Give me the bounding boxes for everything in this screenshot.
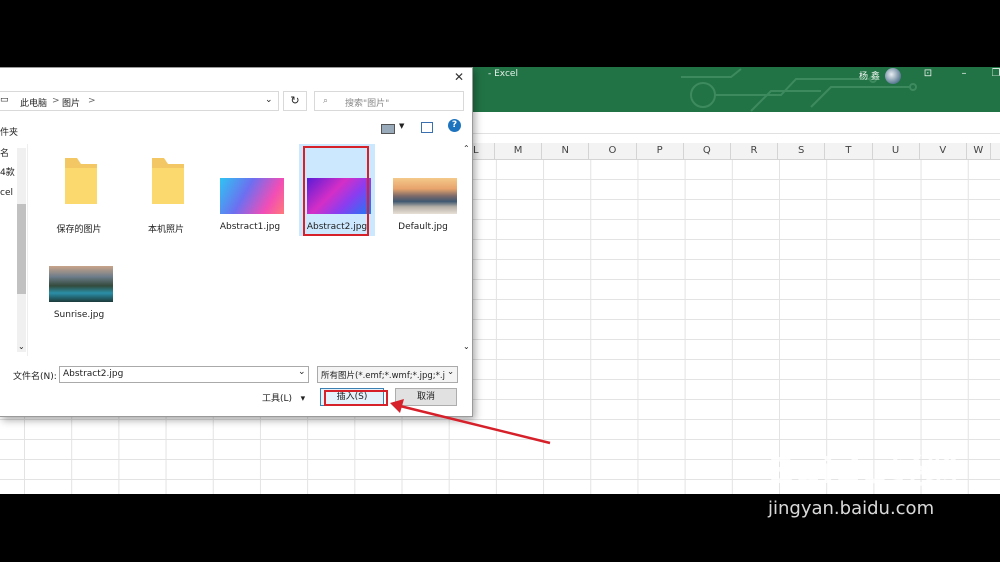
restore-icon[interactable]: ❐ xyxy=(989,67,1000,81)
column-header[interactable]: L xyxy=(471,143,495,159)
scroll-down-icon[interactable]: ⌄ xyxy=(18,342,25,351)
scroll-up-icon[interactable]: ⌃ xyxy=(463,144,470,153)
filename-field[interactable]: Abstract2.jpg ⌄ xyxy=(59,366,309,383)
avatar[interactable] xyxy=(885,68,901,84)
filename-value: Abstract2.jpg xyxy=(63,369,124,379)
search-icon: ⌕ xyxy=(323,96,329,106)
screen: - Excel 杨 鑫 ⊡ – ❐ L M N O P Q R S T U V … xyxy=(0,67,1000,494)
refresh-icon: ↻ xyxy=(290,94,300,107)
column-header[interactable]: V xyxy=(920,143,967,159)
nav-item[interactable]: cel xyxy=(0,188,13,198)
column-header[interactable]: U xyxy=(873,143,920,159)
column-header[interactable]: S xyxy=(778,143,826,159)
file-list-scrollbar[interactable]: ⌃ ⌄ xyxy=(462,144,472,356)
excel-title-bar: - Excel 杨 鑫 ⊡ – ❐ xyxy=(471,67,1000,112)
chevron-down-icon[interactable]: ⌄ xyxy=(298,367,306,377)
column-header[interactable]: O xyxy=(589,143,637,159)
address-bar[interactable]: ▭ 此电脑 > 图片 > ⌄ xyxy=(0,91,279,111)
file-caption: Abstract1.jpg xyxy=(219,222,281,232)
preview-pane-icon[interactable] xyxy=(421,122,433,133)
filetype-value: 所有图片(*.emf;*.wmf;*.jpg;*.j xyxy=(321,371,445,381)
file-caption: 保存的图片 xyxy=(56,225,102,235)
close-icon[interactable]: ✕ xyxy=(452,70,466,84)
tools-label: 工具(L) xyxy=(262,394,293,404)
watermark-brand: Baidu经验 xyxy=(768,451,963,492)
image-thumbnail xyxy=(220,178,284,214)
insert-picture-dialog: ✕ ▭ 此电脑 > 图片 > ⌄ ↻ ⌕ 搜索"图片" 件夹 ▼ ? 名 4款 … xyxy=(0,67,473,417)
scroll-down-icon[interactable]: ⌄ xyxy=(463,342,470,351)
highlight-box-abstract2 xyxy=(303,146,369,236)
refresh-button[interactable]: ↻ xyxy=(283,91,307,111)
breadcrumb-separator: > xyxy=(52,96,60,106)
filename-label: 文件名(N): xyxy=(13,372,57,382)
dialog-toolbar: 件夹 ▼ ? xyxy=(0,118,472,140)
new-folder-button[interactable]: 件夹 xyxy=(0,125,18,138)
minimize-icon[interactable]: – xyxy=(957,67,971,81)
navigation-pane: 名 4款 cel ⌄ xyxy=(0,144,28,356)
image-thumbnail xyxy=(49,266,113,302)
ribbon-display-icon[interactable]: ⊡ xyxy=(921,67,935,81)
annotation-arrow-icon xyxy=(390,399,551,445)
chevron-down-icon[interactable]: ⌄ xyxy=(447,367,455,377)
highlight-box-insert xyxy=(324,390,388,406)
watermark-url: jingyan.baidu.com xyxy=(768,498,935,519)
breadcrumb-pictures[interactable]: 图片 xyxy=(62,96,80,109)
nav-scrollbar-thumb[interactable] xyxy=(17,204,26,294)
column-header[interactable]: P xyxy=(637,143,684,159)
column-header[interactable]: N xyxy=(542,143,590,159)
nav-item[interactable]: 名 xyxy=(0,146,9,159)
pc-icon: ▭ xyxy=(0,95,9,105)
filetype-select[interactable]: 所有图片(*.emf;*.wmf;*.jpg;*.j ⌄ xyxy=(317,366,458,383)
baidu-watermark: Baidu经验 jingyan.baidu.com xyxy=(768,454,962,520)
column-header[interactable]: Q xyxy=(684,143,731,159)
tools-dropdown-icon: ▾ xyxy=(300,394,306,404)
file-caption: 本机照片 xyxy=(147,225,184,235)
file-caption: Sunrise.jpg xyxy=(53,310,105,320)
column-header[interactable]: R xyxy=(731,143,779,159)
column-header[interactable]: W xyxy=(967,143,991,159)
formula-bar[interactable] xyxy=(471,117,1000,134)
chevron-down-icon[interactable]: ⌄ xyxy=(265,95,273,105)
excel-app-title: - Excel xyxy=(488,69,518,79)
circuit-decoration-icon xyxy=(681,68,917,112)
nav-item[interactable]: 4款 xyxy=(0,165,15,178)
column-header[interactable]: T xyxy=(825,143,873,159)
breadcrumb-this-pc[interactable]: 此电脑 xyxy=(20,96,47,109)
view-dropdown-icon[interactable]: ▼ xyxy=(399,122,404,130)
column-header[interactable]: M xyxy=(495,143,543,159)
file-caption: Default.jpg xyxy=(398,222,448,232)
help-icon[interactable]: ? xyxy=(448,119,461,132)
column-headers: L M N O P Q R S T U V W xyxy=(471,143,1000,160)
view-icon[interactable] xyxy=(381,124,395,134)
user-name[interactable]: 杨 鑫 xyxy=(859,69,880,82)
folder-icon xyxy=(65,158,97,204)
search-input[interactable]: ⌕ 搜索"图片" xyxy=(314,91,464,111)
breadcrumb-separator: > xyxy=(88,96,96,106)
image-thumbnail xyxy=(393,178,457,214)
search-placeholder: 搜索"图片" xyxy=(345,99,390,109)
tools-button[interactable]: 工具(L) ▾ xyxy=(262,391,305,404)
folder-icon xyxy=(152,158,184,204)
